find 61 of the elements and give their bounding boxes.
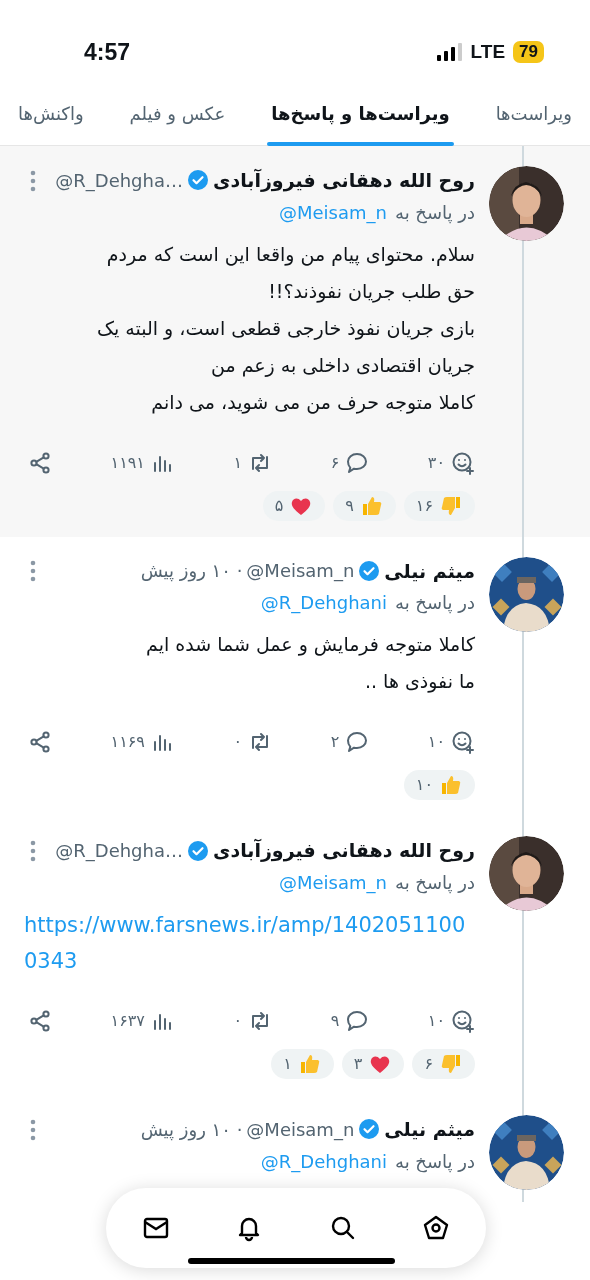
views-button[interactable]: ۱۱۹۱ — [110, 450, 175, 475]
replies-button[interactable]: ۹ — [330, 1009, 370, 1034]
reaction-chip[interactable]: ۹ — [333, 490, 396, 521]
reaction-chip[interactable]: ۱۶ — [403, 490, 475, 521]
reaction-chip[interactable]: ۱۰ — [403, 770, 475, 801]
reposts-button[interactable]: ۰ — [233, 730, 273, 755]
share-button[interactable] — [28, 1009, 52, 1034]
author-handle: @R_Dehgha… — [55, 839, 183, 864]
more-icon — [30, 840, 36, 863]
add-reaction-icon — [451, 450, 475, 475]
post-text: سلام. محتوای پیام من واقعا این است که مردم حق طلب جریان نفوذند؟!! بازی جریان نفوذ خارجی قطعی است، و البته یک جریان اقتصادی داخلی به زعم من کاملا متوجه حرف من می شوید، می دانم — [96, 241, 475, 416]
more-icon — [30, 1118, 36, 1141]
battery-level: 79 — [513, 41, 544, 63]
signal-icon — [436, 43, 463, 61]
post-time: · ۱۰ روز پیش — [140, 559, 243, 584]
share-button[interactable] — [28, 450, 52, 475]
reactions-button[interactable]: ۳۰ — [427, 450, 475, 475]
clock: 4:57 — [84, 37, 131, 67]
views-button[interactable]: ۱۶۳۷ — [110, 1009, 175, 1034]
reactions-button[interactable]: ۱۰ — [427, 1009, 475, 1034]
replies-button[interactable]: ۲ — [330, 730, 370, 755]
author-name: روح الله دهقانی فیروزآبادی — [213, 168, 475, 194]
reposts-button[interactable]: ۱ — [233, 450, 273, 475]
tab[interactable]: عکس و فیلم — [125, 81, 230, 146]
reply-label: در پاسخ به — [395, 200, 475, 226]
share-icon — [28, 1009, 52, 1034]
mention-link[interactable]: @Meisam_n — [279, 868, 387, 896]
reaction-chip[interactable]: ۳ — [341, 1049, 405, 1080]
reactions-button[interactable]: ۱۰ — [427, 730, 475, 755]
reaction-chip[interactable]: ۶ — [412, 1049, 475, 1080]
author-handle: @Meisam_n — [246, 1117, 355, 1143]
more-icon — [30, 169, 36, 192]
reply-label: در پاسخ به — [395, 591, 475, 616]
author-name: میثم نیلی — [384, 558, 475, 584]
more-icon — [30, 560, 36, 583]
views-button[interactable]: ۱۱۶۹ — [110, 730, 175, 755]
reply-icon — [345, 450, 370, 475]
post-text: کاملا متوجه فرمایش و عمل شما شده ایم ما نفوذی ها .. — [145, 632, 475, 695]
tab[interactable]: واکنش‌ها — [14, 81, 88, 146]
add-reaction-icon — [451, 1009, 475, 1034]
author-name: روح الله دهقانی فیروزآبادی — [213, 838, 475, 864]
share-icon — [28, 450, 52, 475]
author-handle: @Meisam_n — [246, 559, 355, 584]
reply-label: در پاسخ به — [395, 1149, 475, 1175]
reposts-button[interactable]: ۰ — [233, 1009, 273, 1034]
reaction-chip[interactable]: ۵ — [262, 490, 326, 521]
network-type: LTE — [470, 39, 506, 64]
post-time: · ۱۰ روز پیش — [140, 1117, 243, 1143]
share-button[interactable] — [28, 730, 52, 755]
replies-button[interactable]: ۶ — [330, 450, 370, 475]
tab[interactable]: ویراست‌ها و پاسخ‌ها — [267, 81, 454, 146]
pentagon-icon — [422, 1214, 450, 1242]
reply-label: در پاسخ به — [395, 870, 475, 896]
reply-icon — [345, 1009, 370, 1034]
add-reaction-icon — [451, 730, 475, 755]
reply-icon — [345, 730, 370, 755]
author-name: میثم نیلی — [384, 1117, 475, 1143]
share-icon — [28, 730, 52, 755]
tab[interactable]: ویراست‌ها — [491, 81, 576, 146]
reaction-chip[interactable]: ۱ — [271, 1049, 334, 1080]
author-handle: @R_Dehgha… — [55, 168, 183, 194]
